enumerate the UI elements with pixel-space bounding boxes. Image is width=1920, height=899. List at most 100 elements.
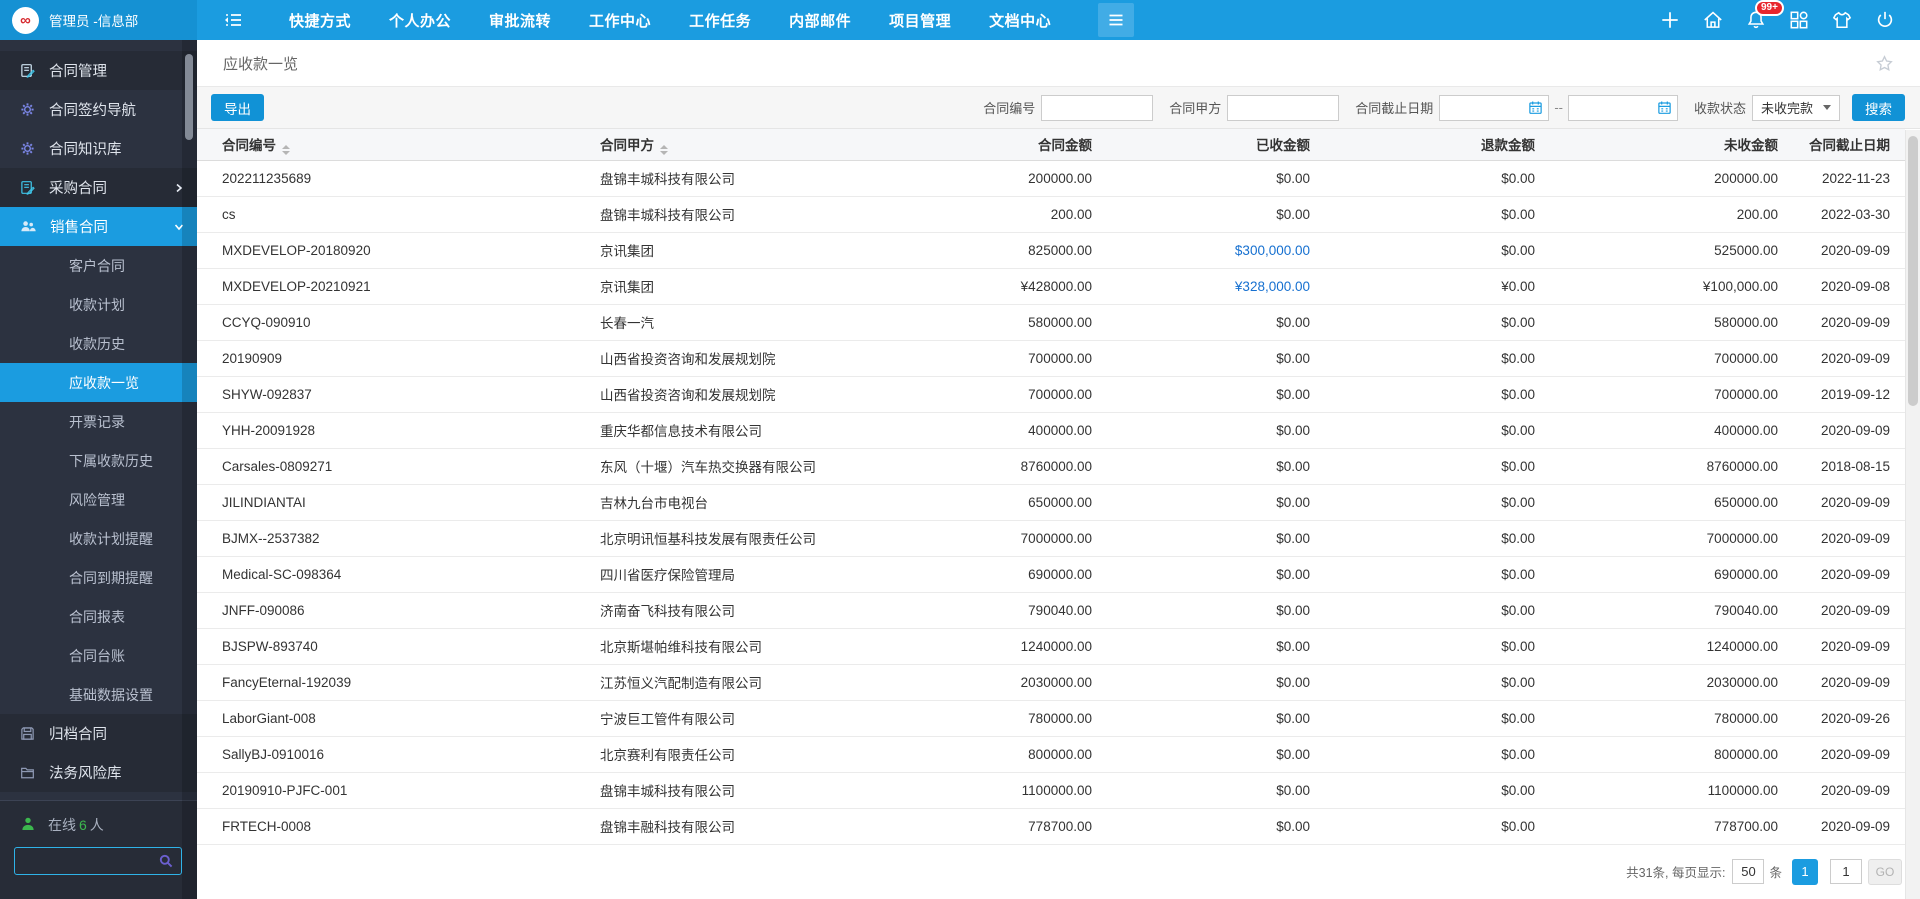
table-row[interactable]: FRTECH-0008盘锦丰融科技有限公司778700.00$0.00$0.00… (197, 808, 1905, 844)
table-row[interactable]: MXDEVELOP-20180920京讯集团825000.00$300,000.… (197, 232, 1905, 268)
column-header-label: 合同金额 (1038, 138, 1092, 153)
sidebar-scrollbar[interactable] (182, 40, 197, 899)
sidebar-item[interactable]: 开票记录 (0, 402, 197, 441)
cell-unreceived: 525000.00 (1540, 232, 1783, 268)
contract-no-input[interactable] (1041, 95, 1153, 121)
sort-icon[interactable] (282, 145, 290, 155)
cell-unreceived: 700000.00 (1540, 340, 1783, 376)
column-header-no[interactable]: 合同编号 (197, 129, 587, 160)
table-row[interactable]: cs盘锦丰城科技有限公司200.00$0.00$0.00200.002022-0… (197, 196, 1905, 232)
calendar-icon[interactable] (1528, 100, 1543, 115)
table-row[interactable]: YHH-20091928重庆华都信息技术有限公司400000.00$0.00$0… (197, 412, 1905, 448)
cell-unreceived: ¥100,000.00 (1540, 268, 1783, 304)
table-row[interactable]: JNFF-090086济南奋飞科技有限公司790040.00$0.00$0.00… (197, 592, 1905, 628)
bell-icon[interactable]: 99+ (1745, 9, 1767, 31)
cell-unreceived: 778700.00 (1540, 808, 1783, 844)
home-icon[interactable] (1702, 9, 1724, 31)
status-select[interactable]: 未收完款 (1752, 95, 1840, 121)
topnav-item[interactable]: 项目管理 (870, 0, 970, 40)
deadline-end-input[interactable] (1569, 100, 1657, 115)
column-header-label: 已收金额 (1256, 138, 1310, 153)
go-button[interactable]: GO (1868, 859, 1902, 885)
table-row[interactable]: LaborGiant-008宁波巨工管件有限公司780000.00$0.00$0… (197, 700, 1905, 736)
sidebar-item[interactable]: 收款计划 (0, 285, 197, 324)
sidebar-item[interactable]: 合同台账 (0, 636, 197, 675)
sidebar-item[interactable]: 销售合同 (0, 207, 197, 246)
deadline-start-input[interactable] (1440, 100, 1528, 115)
collapse-menu-icon[interactable] (222, 9, 244, 31)
cell-no: MXDEVELOP-20180920 (197, 232, 587, 268)
plus-icon[interactable] (1659, 9, 1681, 31)
sidebar-item-label: 采购合同 (49, 177, 107, 198)
cell-party: 京讯集团 (587, 268, 887, 304)
table-scrollbar-thumb[interactable] (1908, 136, 1918, 406)
table-row[interactable]: Medical-SC-098364四川省医疗保险管理局690000.00$0.0… (197, 556, 1905, 592)
search-button[interactable]: 搜索 (1852, 94, 1905, 121)
sidebar-item[interactable]: 合同知识库 (0, 129, 197, 168)
sidebar-item[interactable]: 收款历史 (0, 324, 197, 363)
sidebar-item[interactable]: 下属收款历史 (0, 441, 197, 480)
table-header-row: 合同编号合同甲方合同金额已收金额退款金额未收金额合同截止日期 (197, 129, 1905, 160)
table-row[interactable]: FancyEternal-192039江苏恒义汽配制造有限公司2030000.0… (197, 664, 1905, 700)
sidebar-search-input[interactable] (15, 854, 158, 869)
calendar-icon[interactable] (1657, 100, 1672, 115)
sidebar-item[interactable]: 法务风险库 (0, 753, 197, 792)
cell-refund: $0.00 (1315, 772, 1540, 808)
current-user-label: 管理员 -信息部 (49, 10, 138, 30)
table-row[interactable]: 202211235689盘锦丰城科技有限公司200000.00$0.00$0.0… (197, 160, 1905, 196)
sidebar-item[interactable]: 应收款一览 (0, 363, 197, 402)
party-input[interactable] (1227, 95, 1339, 121)
cell-received: $0.00 (1097, 772, 1315, 808)
theme-shirt-icon[interactable] (1831, 9, 1853, 31)
table-row[interactable]: MXDEVELOP-20210921京讯集团¥428000.00¥328,000… (197, 268, 1905, 304)
sidebar-item[interactable]: 合同管理 (0, 51, 197, 90)
topnav-item[interactable]: 个人办公 (370, 0, 470, 40)
sidebar-item[interactable]: 合同报表 (0, 597, 197, 636)
topnav-item[interactable]: 工作任务 (670, 0, 770, 40)
table-row[interactable]: BJMX--2537382北京明讯恒基科技发展有限责任公司7000000.00$… (197, 520, 1905, 556)
sidebar-item[interactable]: 归档合同 (0, 714, 197, 753)
cell-received[interactable]: $300,000.00 (1097, 232, 1315, 268)
sort-icon[interactable] (660, 145, 668, 155)
sidebar-item[interactable]: 风险管理 (0, 480, 197, 519)
sidebar-item[interactable]: 合同签约导航 (0, 90, 197, 129)
search-icon[interactable] (158, 853, 174, 869)
cell-party: 长春一汽 (587, 304, 887, 340)
table-row[interactable]: 20190909山西省投资咨询和发展规划院700000.00$0.00$0.00… (197, 340, 1905, 376)
table-row[interactable]: JILINDIANTAI吉林九台市电视台650000.00$0.00$0.006… (197, 484, 1905, 520)
topnav-item[interactable]: 快捷方式 (270, 0, 370, 40)
table-scrollbar[interactable] (1905, 130, 1920, 899)
cell-party: 盘锦丰城科技有限公司 (587, 196, 887, 232)
page-number-button[interactable]: 1 (1792, 859, 1818, 885)
sidebar-item[interactable]: 客户合同 (0, 246, 197, 285)
topnav-item[interactable]: 内部邮件 (770, 0, 870, 40)
topnav-item[interactable]: 审批流转 (470, 0, 570, 40)
page-size-input[interactable] (1732, 859, 1764, 884)
column-header-party[interactable]: 合同甲方 (587, 129, 887, 160)
table-row[interactable]: BJSPW-893740北京斯堪帕维科技有限公司1240000.00$0.00$… (197, 628, 1905, 664)
sidebar-item[interactable]: 合同到期提醒 (0, 558, 197, 597)
table-row[interactable]: CCYQ-090910长春一汽580000.00$0.00$0.00580000… (197, 304, 1905, 340)
topnav-item[interactable]: 文档中心 (970, 0, 1070, 40)
table-row[interactable]: 20190910-PJFC-001盘锦丰城科技有限公司1100000.00$0.… (197, 772, 1905, 808)
sidebar-item[interactable]: 基础数据设置 (0, 675, 197, 714)
table-row[interactable]: SHYW-092837山西省投资咨询和发展规划院700000.00$0.00$0… (197, 376, 1905, 412)
cell-refund: $0.00 (1315, 700, 1540, 736)
table-row[interactable]: Carsales-0809271东风（十堰）汽车热交换器有限公司8760000.… (197, 448, 1905, 484)
table-row[interactable]: SallyBJ-0910016北京赛利有限责任公司800000.00$0.00$… (197, 736, 1905, 772)
cell-amount: 700000.00 (887, 376, 1097, 412)
sidebar-item[interactable]: 采购合同 (0, 168, 197, 207)
apps-grid-icon[interactable] (1788, 9, 1810, 31)
cell-amount: 1100000.00 (887, 772, 1097, 808)
more-menu-icon[interactable] (1098, 3, 1134, 37)
topnav-item[interactable]: 工作中心 (570, 0, 670, 40)
sidebar-item[interactable]: 收款计划提醒 (0, 519, 197, 558)
export-button[interactable]: 导出 (211, 94, 264, 121)
sidebar-scrollbar-thumb[interactable] (185, 54, 193, 140)
sidebar-item-label: 基础数据设置 (69, 685, 153, 705)
goto-page-input[interactable] (1830, 859, 1862, 884)
cell-received[interactable]: ¥328,000.00 (1097, 268, 1315, 304)
power-icon[interactable] (1874, 9, 1896, 31)
sidebar-item-label: 销售合同 (50, 216, 108, 237)
favorite-star-icon[interactable] (1875, 54, 1894, 73)
